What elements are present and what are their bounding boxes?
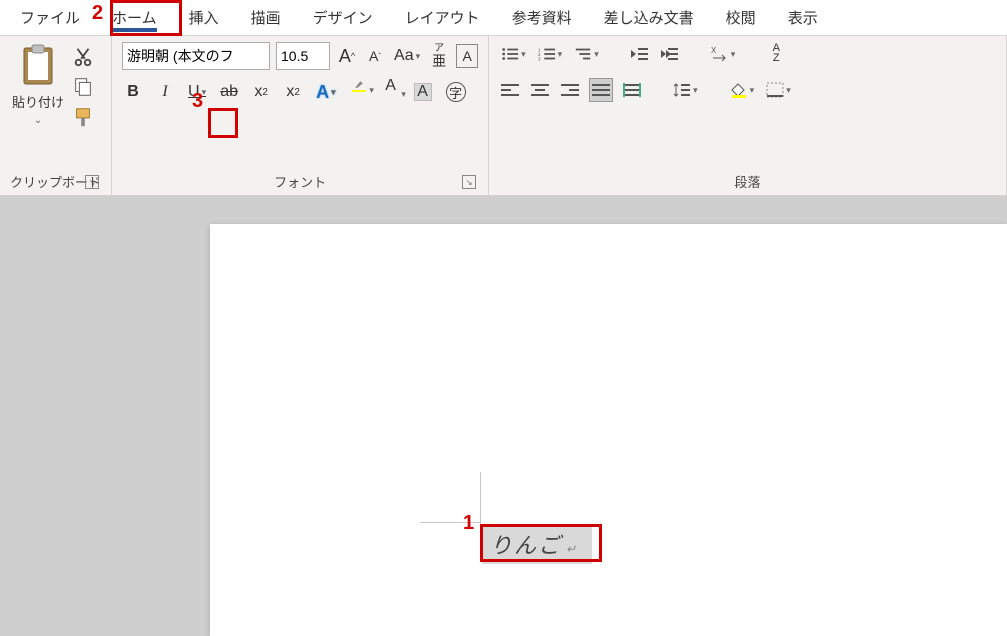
- borders-button[interactable]: ▾: [764, 78, 793, 102]
- align-justify-button[interactable]: [589, 78, 613, 102]
- clipboard-icon: [18, 44, 58, 88]
- shading-button[interactable]: ▾: [728, 78, 757, 102]
- copy-icon[interactable]: [72, 76, 94, 98]
- group-clipboard: 貼り付け ⌄ クリップボード ↘: [0, 36, 112, 195]
- page[interactable]: りんご↵: [210, 224, 1007, 636]
- enclose-characters-button[interactable]: A: [456, 44, 478, 68]
- font-launcher[interactable]: ↘: [462, 175, 476, 189]
- font-color-button[interactable]: A▾: [380, 80, 402, 104]
- font-size-select[interactable]: [276, 42, 330, 70]
- italic-button[interactable]: I: [154, 80, 176, 104]
- tab-references[interactable]: 参考資料: [496, 1, 588, 34]
- decrease-indent-button[interactable]: [629, 42, 651, 66]
- format-painter-icon[interactable]: [72, 106, 94, 128]
- group-label-clipboard: クリップボード ↘: [10, 168, 101, 193]
- paste-dropdown-arrow: ⌄: [34, 115, 42, 126]
- selected-text[interactable]: りんご↵: [482, 524, 592, 564]
- increase-indent-button[interactable]: [659, 42, 681, 66]
- distribute-button[interactable]: [621, 78, 643, 102]
- line-spacing-button[interactable]: ▾: [671, 78, 700, 102]
- sort-button[interactable]: AZ: [765, 42, 787, 66]
- highlight-button[interactable]: ▾: [348, 80, 370, 104]
- annotation-number-2: 2: [92, 2, 103, 25]
- character-shading-button[interactable]: A: [412, 80, 434, 104]
- phonetic-guide-button[interactable]: ア亜: [428, 44, 450, 68]
- tab-home[interactable]: ホーム: [96, 1, 173, 34]
- align-right-button[interactable]: [559, 78, 581, 102]
- tab-layout[interactable]: レイアウト: [389, 1, 496, 34]
- tab-design[interactable]: デザイン: [297, 1, 389, 34]
- subscript-button[interactable]: x2: [250, 80, 272, 104]
- svg-text:3: 3: [538, 56, 541, 61]
- numbering-button[interactable]: 123▾: [536, 42, 565, 66]
- group-label-paragraph: 段落: [499, 168, 996, 193]
- ribbon: 貼り付け ⌄ クリップボード ↘ A^ Aˇ Aa▾ ア亜 A: [0, 36, 1007, 196]
- multilevel-list-button[interactable]: ▾: [572, 42, 601, 66]
- font-name-select[interactable]: [122, 42, 270, 70]
- tab-file[interactable]: ファイル: [4, 1, 96, 34]
- group-paragraph: ▾ 123▾ ▾ X▾ AZ ▾ ▾ ▾: [489, 36, 1007, 195]
- tab-mailings[interactable]: 差し込み文書: [588, 1, 710, 34]
- cut-icon[interactable]: [72, 46, 94, 68]
- ribbon-tabs: ファイル ホーム 挿入 描画 デザイン レイアウト 参考資料 差し込み文書 校閲…: [0, 0, 1007, 36]
- group-font: A^ Aˇ Aa▾ ア亜 A B I U▾ ab x2 x2 A▾ ▾ A▾ A…: [112, 36, 489, 195]
- change-case-button[interactable]: Aa▾: [392, 44, 422, 68]
- superscript-button[interactable]: x2: [282, 80, 304, 104]
- align-left-button[interactable]: [499, 78, 521, 102]
- svg-text:X: X: [711, 46, 717, 55]
- shrink-font-button[interactable]: Aˇ: [364, 44, 386, 68]
- grow-font-button[interactable]: A^: [336, 44, 358, 68]
- bullets-button[interactable]: ▾: [499, 42, 528, 66]
- tab-insert[interactable]: 挿入: [173, 1, 235, 34]
- annotation-number-3: 3: [192, 90, 203, 113]
- paste-label: 貼り付け: [12, 92, 64, 111]
- annotation-number-1: 1: [463, 512, 474, 535]
- tab-draw[interactable]: 描画: [235, 1, 297, 34]
- align-center-button[interactable]: [529, 78, 551, 102]
- margin-guide-v: [480, 472, 481, 532]
- paste-button[interactable]: 貼り付け ⌄: [10, 42, 66, 128]
- character-border-button[interactable]: 字: [444, 80, 468, 104]
- clipboard-launcher[interactable]: ↘: [85, 175, 99, 189]
- tab-view[interactable]: 表示: [772, 1, 834, 34]
- group-label-font: フォント ↘: [122, 168, 478, 193]
- document-area: りんご↵: [0, 196, 1007, 636]
- text-direction-button[interactable]: X▾: [709, 42, 738, 66]
- strikethrough-button[interactable]: ab: [218, 80, 240, 104]
- bold-button[interactable]: B: [122, 80, 144, 104]
- text-effects-button[interactable]: A▾: [314, 80, 338, 104]
- tab-review[interactable]: 校閲: [710, 1, 772, 34]
- paragraph-mark-icon: ↵: [566, 542, 578, 556]
